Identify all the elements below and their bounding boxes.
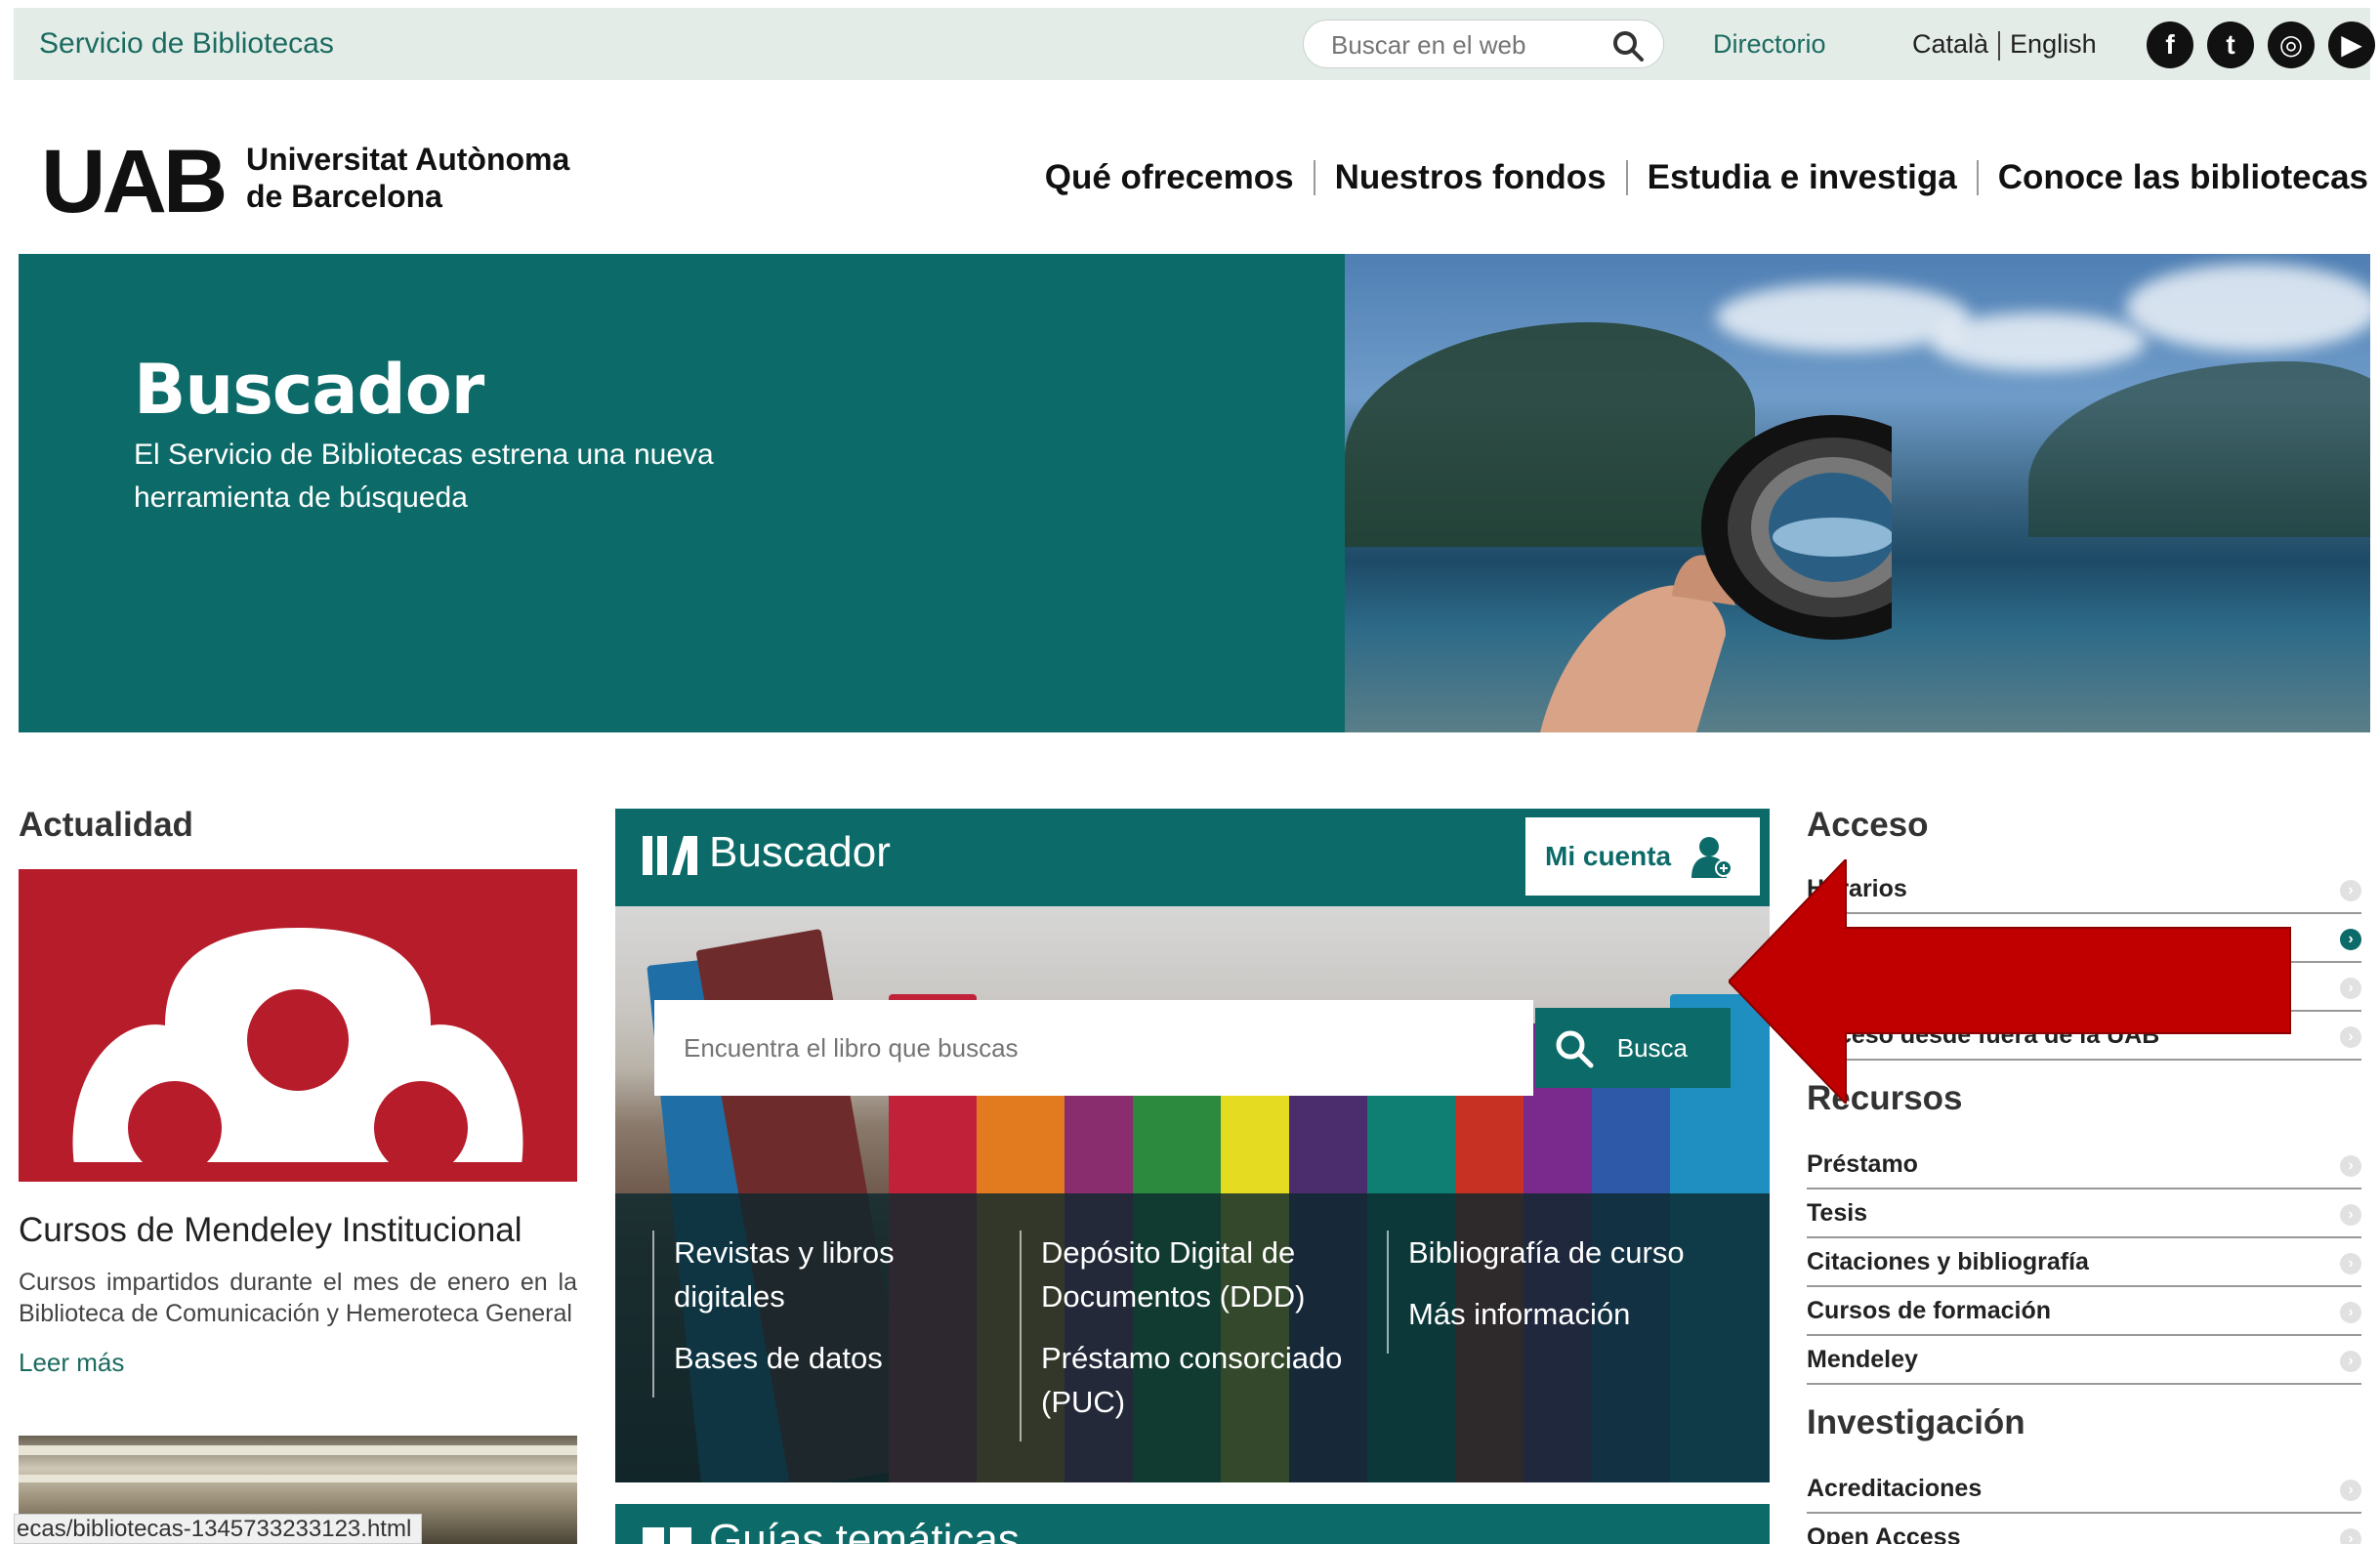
user-account-icon — [1691, 837, 1733, 878]
sidebar-item-label: Mendeley — [1807, 1346, 1918, 1373]
buscador-links-col2: Depósito Digital de Documentos (DDD) Pré… — [1020, 1231, 1352, 1441]
instagram-icon[interactable]: ◎ — [2268, 21, 2315, 68]
chevron-right-icon: › — [2340, 1155, 2361, 1177]
guias-icon — [670, 1527, 691, 1544]
actualidad-heading: Actualidad — [19, 806, 193, 844]
buscador-header: Buscador Mi cuenta — [615, 809, 1770, 906]
chevron-right-icon: › — [2340, 1528, 2361, 1544]
busca-button-label: Busca — [1616, 1032, 1688, 1063]
sidebar-item-label: Tesis — [1807, 1199, 1868, 1227]
nav-estudia-e-investiga[interactable]: Estudia e investiga — [1628, 158, 1977, 197]
twitter-icon[interactable]: t — [2207, 21, 2254, 68]
sidebar-item-label: Cursos de formación — [1807, 1297, 2052, 1324]
lang-catala-link[interactable]: Català — [1912, 29, 1988, 59]
uab-logo-mark: UAB — [41, 132, 228, 231]
buscador-links-col3: Bibliografía de curso Más información — [1387, 1231, 1719, 1354]
recursos-list: Préstamo › Tesis › Citaciones y bibliograf… — [1807, 1141, 2361, 1385]
mendeley-logo — [19, 928, 577, 1182]
investigacion-heading: Investigación — [1807, 1403, 2025, 1441]
chevron-right-icon: › — [2340, 1204, 2361, 1226]
mi-cuenta-button[interactable]: Mi cuenta — [1525, 817, 1760, 896]
news-title[interactable]: Cursos de Mendeley Institucional — [19, 1211, 522, 1250]
mi-cuenta-label: Mi cuenta — [1545, 841, 1672, 871]
news-image-mendeley[interactable] — [19, 869, 577, 1182]
sidebar-item-label: Acreditaciones — [1807, 1475, 1983, 1502]
link-mas-informacion[interactable]: Más información — [1408, 1292, 1719, 1336]
hero-title: Buscador — [134, 350, 484, 430]
chevron-right-icon: › — [2340, 978, 2361, 999]
hero-photo-cloud — [2126, 264, 2370, 352]
hero-subtitle-line1: El Servicio de Bibliotecas estrena una n… — [134, 438, 714, 471]
link-prestamo-consorciado-puc[interactable]: Préstamo consorciado (PUC) — [1041, 1336, 1352, 1424]
sidebar-item-label: Préstamo — [1807, 1150, 1918, 1178]
hero-subtitle: El Servicio de Bibliotecas estrena una n… — [134, 434, 817, 520]
sidebar-item-label: Citaciones y bibliografía — [1807, 1248, 2089, 1275]
browser-status-url: ecas/bibliotecas-1345733233123.html — [14, 1514, 423, 1544]
site-name-link[interactable]: Servicio de Bibliotecas — [39, 27, 334, 61]
nav-nuestros-fondos[interactable]: Nuestros fondos — [1315, 158, 1626, 197]
lang-divider — [1998, 30, 2001, 61]
buscador-panel: Busca Revistas y libros digitales Bases … — [615, 906, 1770, 1482]
buscador-links-panel: Revistas y libros digitales Bases de dat… — [615, 1193, 1770, 1482]
hand-lens-illustration — [1540, 415, 1892, 732]
news-read-more-link[interactable]: Leer más — [19, 1348, 124, 1378]
chevron-right-icon: › — [2340, 880, 2361, 901]
chevron-right-icon: › — [2340, 1480, 2361, 1501]
university-name-line1: Universitat Autònoma — [246, 142, 570, 177]
sidebar-item-cursos-formacion[interactable]: Cursos de formación › — [1807, 1287, 2361, 1336]
search-icon — [1556, 1030, 1594, 1068]
busca-button[interactable]: Busca — [1535, 1008, 1731, 1088]
link-deposito-digital-ddd[interactable]: Depósito Digital de Documentos (DDD) — [1041, 1231, 1352, 1318]
chevron-right-icon: › — [2340, 1026, 2361, 1048]
youtube-icon[interactable]: ▶ — [2328, 21, 2375, 68]
hero-banner[interactable]: Buscador El Servicio de Bibliotecas estr… — [19, 254, 2370, 732]
search-icon[interactable] — [1610, 28, 1646, 63]
sidebar-item-mendeley[interactable]: Mendeley › — [1807, 1336, 2361, 1385]
directorio-link[interactable]: Directorio — [1713, 29, 1826, 60]
sidebar-item-acreditaciones[interactable]: Acreditaciones › — [1807, 1465, 2361, 1514]
hero-photo-lens — [1345, 254, 2370, 732]
buscador-search-input[interactable] — [654, 1000, 1533, 1096]
buscador-links-col1: Revistas y libros digitales Bases de dat… — [652, 1231, 984, 1398]
main-navigation: Qué ofrecemos Nuestros fondos Estudia e … — [1025, 158, 2368, 197]
chevron-right-icon: › — [2340, 1351, 2361, 1372]
acceso-heading: Acceso — [1807, 806, 1929, 844]
language-switcher: Català English — [1912, 29, 2097, 61]
chevron-right-icon: › — [2340, 1253, 2361, 1274]
university-name: Universitat Autònoma de Barcelona — [246, 141, 656, 215]
university-name-line2: de Barcelona — [246, 179, 442, 214]
link-bibliografia-de-curso[interactable]: Bibliografía de curso — [1408, 1231, 1719, 1274]
uab-logo[interactable]: UAB Universitat Autònoma de Barcelona — [41, 132, 569, 231]
guias-tematicas-header[interactable]: Guías temáticas — [615, 1504, 1770, 1544]
guias-tematicas-title: Guías temáticas — [709, 1516, 1020, 1544]
buscador-logo-icon — [643, 836, 697, 875]
site-search[interactable] — [1303, 20, 1664, 68]
hero-photo-cloud — [1931, 313, 2146, 371]
top-utility-bar: Servicio de Bibliotecas Directorio Catal… — [14, 8, 2375, 80]
red-arrow-annotation — [1729, 859, 2291, 1104]
investigacion-list: Acreditaciones › Open Access › — [1807, 1465, 2361, 1544]
nav-conoce-las-bibliotecas[interactable]: Conoce las bibliotecas — [1979, 158, 2368, 197]
news-description: Cursos impartidos durante el mes de ener… — [19, 1269, 577, 1327]
link-revistas-libros-digitales[interactable]: Revistas y libros digitales — [674, 1231, 984, 1318]
ceiling-light — [19, 1445, 577, 1455]
sidebar-item-citaciones[interactable]: Citaciones y bibliografía › — [1807, 1238, 2361, 1287]
facebook-icon[interactable]: f — [2147, 21, 2193, 68]
sidebar-item-tesis[interactable]: Tesis › — [1807, 1189, 2361, 1238]
guias-icon — [643, 1527, 664, 1544]
lang-english-link[interactable]: English — [2010, 29, 2097, 59]
link-bases-de-datos[interactable]: Bases de datos — [674, 1336, 984, 1380]
hero-subtitle-line2: herramienta de búsqueda — [134, 481, 468, 514]
ceiling-light — [19, 1475, 577, 1482]
chevron-right-icon: › — [2340, 929, 2361, 950]
sidebar-item-label: Open Access — [1807, 1523, 1961, 1544]
sidebar-item-prestamo[interactable]: Préstamo › — [1807, 1141, 2361, 1189]
hero-photo-mountain — [2028, 361, 2370, 537]
site-search-input[interactable] — [1331, 28, 1605, 62]
chevron-right-icon: › — [2340, 1302, 2361, 1323]
sidebar-item-open-access[interactable]: Open Access › — [1807, 1514, 2361, 1544]
nav-que-ofrecemos[interactable]: Qué ofrecemos — [1025, 158, 1314, 197]
buscador-title: Buscador — [709, 828, 891, 876]
